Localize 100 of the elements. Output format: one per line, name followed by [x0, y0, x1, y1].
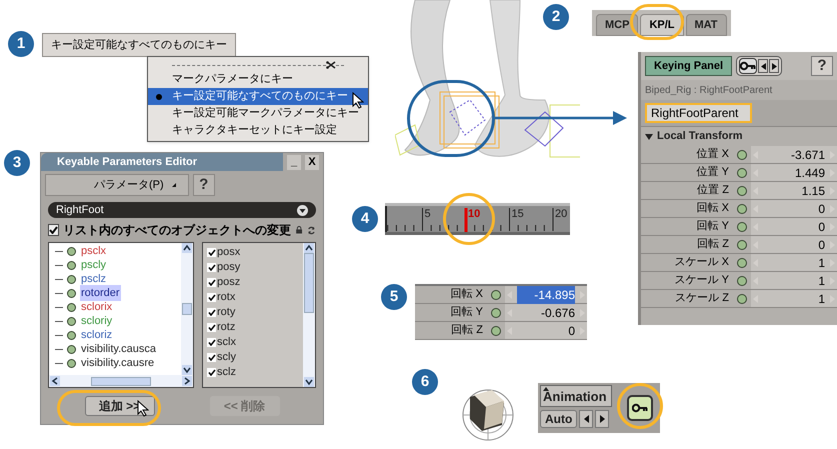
parameter-label: 位置 Z [696, 183, 730, 198]
highlight-ring [443, 193, 495, 245]
frame-number: 10 [468, 208, 480, 220]
playhead-marker[interactable] [464, 208, 468, 232]
right-arrow-icon [600, 415, 605, 423]
spin-field[interactable]: -14.895 [505, 286, 587, 303]
key-button[interactable] [739, 58, 758, 74]
checkbox-label: リスト内のすべてのオブジェクトへの変更 [63, 222, 291, 239]
value-text: 1 [817, 254, 825, 272]
highlight-ring [617, 383, 663, 429]
parameter-item[interactable]: posz [217, 274, 240, 291]
help-button[interactable]: ? [811, 56, 833, 76]
apply-all-checkbox[interactable] [48, 224, 59, 236]
spin-field[interactable]: 1 [751, 254, 837, 271]
next-key-button[interactable] [769, 59, 780, 73]
spin-field[interactable]: -0.676 [505, 304, 587, 321]
parameter-item[interactable]: scly [217, 349, 236, 366]
parameter-label: 回転 Y [450, 305, 484, 320]
window-control-button[interactable]: _ [287, 154, 301, 170]
auto-key-button[interactable]: Auto [540, 410, 578, 428]
menu-item[interactable]: マークパラメータにキー [148, 71, 368, 88]
previous-key-button[interactable] [579, 410, 594, 428]
parameter-item[interactable]: scloriz [80, 326, 114, 344]
object-dropdown[interactable]: RightFoot [48, 202, 316, 218]
parameter-item[interactable]: visibility.causre [80, 354, 156, 372]
right-arrow-icon [772, 62, 777, 70]
parameter-item[interactable]: posy [217, 259, 240, 276]
menu-item[interactable]: キー設定可能マークパラメータにキー [148, 105, 368, 122]
parameter-checkbox[interactable] [207, 248, 216, 257]
parameter-label: 回転 Y [696, 219, 730, 234]
value-text: -0.676 [540, 304, 575, 322]
mouse-cursor-icon [352, 92, 364, 109]
value-text: -14.895 [517, 286, 575, 304]
object-name-field[interactable]: RightFootParent [645, 103, 752, 123]
parameter-label: 位置 X [696, 147, 730, 162]
scroll-thumb[interactable] [304, 253, 314, 313]
panel-tab[interactable]: KP/L [640, 14, 684, 36]
help-button[interactable]: ? [192, 174, 215, 196]
spin-field[interactable]: -3.671 [751, 146, 837, 163]
menu-item[interactable]: キー設定可能なすべてのものにキー [148, 88, 368, 105]
scroll-thumb[interactable] [182, 303, 192, 315]
parameter-checkbox[interactable] [207, 308, 216, 317]
left-arrow-icon [584, 415, 589, 423]
spin-field[interactable]: 0 [751, 218, 837, 235]
checkmark-icon [49, 226, 58, 234]
spin-field[interactable]: 1 [751, 290, 837, 307]
value-text: 0 [567, 322, 575, 340]
parameter-checkbox[interactable] [207, 338, 216, 347]
parameter-item[interactable]: psclx [80, 242, 108, 260]
set-key-button[interactable] [627, 395, 653, 421]
previous-key-button[interactable] [758, 59, 768, 73]
highlight-ring [630, 4, 684, 40]
horizontal-scrollbar[interactable] [49, 375, 193, 387]
parameter-item[interactable]: rotz [217, 319, 236, 336]
spin-field[interactable]: 1.449 [751, 164, 837, 181]
parameter-checkbox[interactable] [207, 368, 216, 377]
caret-icon [172, 183, 176, 187]
animation-menu[interactable]: Animation [540, 385, 612, 407]
parameter-menu-button[interactable]: パラメータ(P) [45, 174, 189, 196]
vertical-scrollbar[interactable] [181, 243, 193, 375]
spin-field[interactable]: 1 [751, 272, 837, 289]
spin-field[interactable]: 0 [751, 236, 837, 253]
spin-field[interactable]: 0 [505, 322, 587, 339]
mouse-cursor-icon [137, 400, 149, 417]
parameter-item[interactable]: psclz [80, 270, 108, 288]
panel-tab[interactable]: MAT [686, 14, 727, 36]
down-arrow-icon [304, 377, 314, 387]
parameter-item[interactable]: visibility.causca [80, 340, 157, 358]
spin-field[interactable]: 0 [751, 200, 837, 217]
parameter-item[interactable]: pscly [80, 256, 108, 274]
parameter-item[interactable]: sclz [217, 364, 236, 381]
spin-field[interactable]: 1.15 [751, 182, 837, 199]
frame-number: 15 [512, 208, 524, 220]
panel-tab[interactable]: MCP [596, 14, 638, 36]
step-number-badge: 2 [543, 4, 569, 30]
parameter-label: スケール Z [674, 291, 730, 306]
key-mode-button[interactable]: キー設定可能なすべてのものにキー [42, 33, 236, 57]
parameter-checkbox[interactable] [207, 323, 216, 332]
scroll-thumb[interactable] [91, 376, 151, 386]
parameter-checkbox[interactable] [207, 353, 216, 362]
parameter-item[interactable]: sclx [217, 334, 236, 351]
parameter-checkbox[interactable] [207, 293, 216, 302]
parameter-item[interactable]: posx [217, 244, 240, 261]
left-arrow-icon [760, 62, 766, 70]
menu-item[interactable]: キャラクタキーセットにキー設定 [148, 122, 368, 139]
parameter-checkbox[interactable] [207, 263, 216, 272]
parameter-item[interactable]: roty [217, 304, 236, 321]
step-number-badge: 3 [4, 150, 30, 176]
parameter-checkbox[interactable] [207, 278, 216, 287]
parameter-item[interactable]: scloriy [80, 312, 114, 330]
timeline-ruler[interactable]: 5 10 15 20 [385, 203, 570, 235]
parameter-item[interactable]: rotorder [80, 284, 121, 302]
left-arrow-icon [50, 376, 60, 386]
parameter-item[interactable]: rotx [217, 289, 236, 306]
keying-panel-button[interactable]: Keying Panel [645, 56, 732, 76]
window-control-button[interactable]: X [305, 154, 319, 170]
step-number-badge: 6 [412, 369, 438, 395]
parameter-item[interactable]: sclorix [80, 298, 114, 316]
next-key-button[interactable] [595, 410, 610, 428]
vertical-scrollbar[interactable] [303, 243, 315, 387]
